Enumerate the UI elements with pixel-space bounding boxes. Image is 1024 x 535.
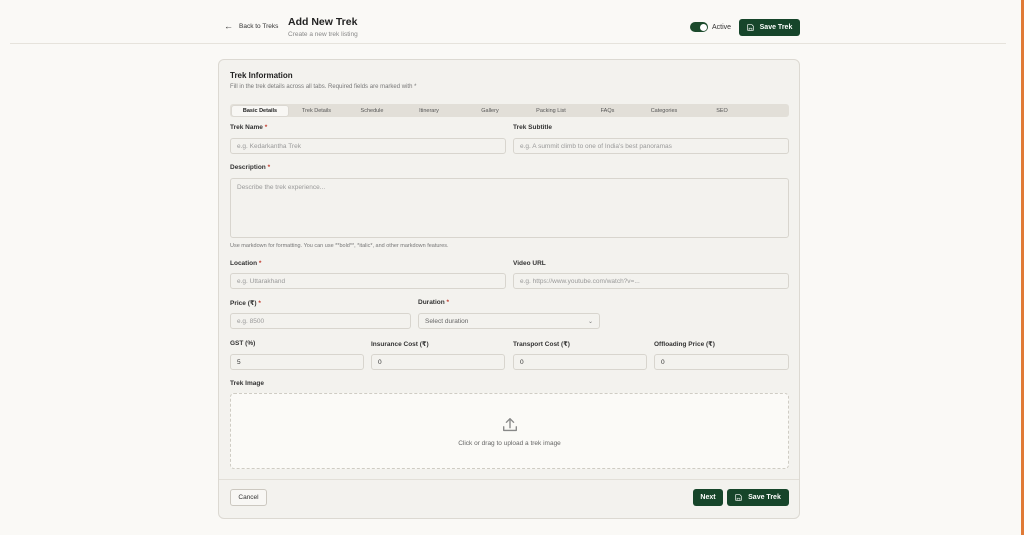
video-url-input[interactable] [513, 273, 789, 289]
save-trek-bottom-button[interactable]: Save Trek [727, 489, 789, 506]
trek-name-input[interactable] [230, 138, 506, 154]
price-input[interactable] [230, 313, 411, 329]
duration-selected-value: Select duration [425, 317, 469, 325]
active-toggle-group: Active [690, 22, 731, 32]
active-label: Active [712, 23, 732, 31]
cancel-button[interactable]: Cancel [230, 489, 267, 506]
tab-faqs[interactable]: FAQs [581, 106, 634, 116]
tab-trek-details[interactable]: Trek Details [288, 106, 345, 116]
save-trek-bottom-label: Save Trek [748, 494, 781, 501]
description-textarea[interactable] [230, 178, 789, 238]
location-input[interactable] [230, 273, 506, 289]
tab-basic-details[interactable]: Basic Details [232, 105, 288, 116]
tab-packing-list[interactable]: Packing List [521, 106, 581, 116]
tab-gallery[interactable]: Gallery [459, 106, 521, 116]
tab-seo[interactable]: SEO [694, 106, 750, 116]
chevron-down-icon: ⌄ [587, 318, 593, 325]
price-label: Price (₹) * [230, 300, 261, 307]
duration-select[interactable]: Select duration ⌄ [418, 313, 600, 329]
gst-input[interactable] [230, 354, 364, 370]
save-trek-label: Save Trek [759, 24, 793, 31]
header-divider [10, 43, 1006, 44]
location-label: Location * [230, 260, 262, 267]
trek-form-card: Trek Information Fill in the trek detail… [218, 59, 800, 519]
page-header: Add New Trek Create a new trek listing [288, 16, 358, 38]
gst-label: GST (%) [230, 340, 256, 347]
tab-categories[interactable]: Categories [634, 106, 694, 116]
offloading-price-input[interactable] [654, 354, 789, 370]
back-to-treks-link[interactable]: ← Back to Treks [224, 22, 278, 31]
markdown-hint: Use markdown for formatting. You can use… [230, 243, 449, 249]
save-trek-button[interactable]: Save Trek [739, 19, 800, 36]
tab-itinerary[interactable]: Itinerary [399, 106, 459, 116]
trek-name-label: Trek Name * [230, 124, 268, 131]
card-title: Trek Information [230, 71, 293, 80]
trek-subtitle-label: Trek Subtitle [513, 124, 553, 131]
top-bar: ← Back to Treks Add New Trek Create a ne… [0, 0, 1020, 44]
transport-cost-input[interactable] [513, 354, 647, 370]
arrow-left-icon: ← [224, 21, 233, 31]
transport-cost-label: Transport Cost (₹) [513, 341, 570, 348]
page-title: Add New Trek [288, 16, 358, 28]
back-label: Back to Treks [239, 23, 279, 30]
page-subtitle: Create a new trek listing [288, 31, 358, 38]
insurance-cost-label: Insurance Cost (₹) [371, 341, 429, 348]
description-label: Description * [230, 164, 271, 171]
offloading-price-label: Offloading Price (₹) [654, 341, 715, 348]
save-icon [735, 494, 742, 501]
duration-label: Duration * [418, 299, 450, 306]
trek-subtitle-input[interactable] [513, 138, 789, 154]
next-button[interactable]: Next [693, 489, 723, 506]
tab-bar: Basic Details Trek Details Schedule Itin… [230, 104, 789, 117]
toggle-knob [699, 23, 707, 31]
trek-image-upload[interactable]: Click or drag to upload a trek image [230, 393, 789, 469]
insurance-cost-input[interactable] [371, 354, 505, 370]
trek-image-label: Trek Image [230, 380, 264, 387]
save-icon [746, 24, 754, 31]
upload-instructions: Click or drag to upload a trek image [458, 440, 561, 447]
footer-divider [219, 479, 799, 480]
video-url-label: Video URL [513, 260, 546, 267]
tab-schedule[interactable]: Schedule [345, 106, 399, 116]
upload-icon [503, 418, 517, 432]
active-toggle[interactable] [690, 22, 708, 32]
card-subtitle: Fill in the trek details across all tabs… [230, 84, 417, 90]
